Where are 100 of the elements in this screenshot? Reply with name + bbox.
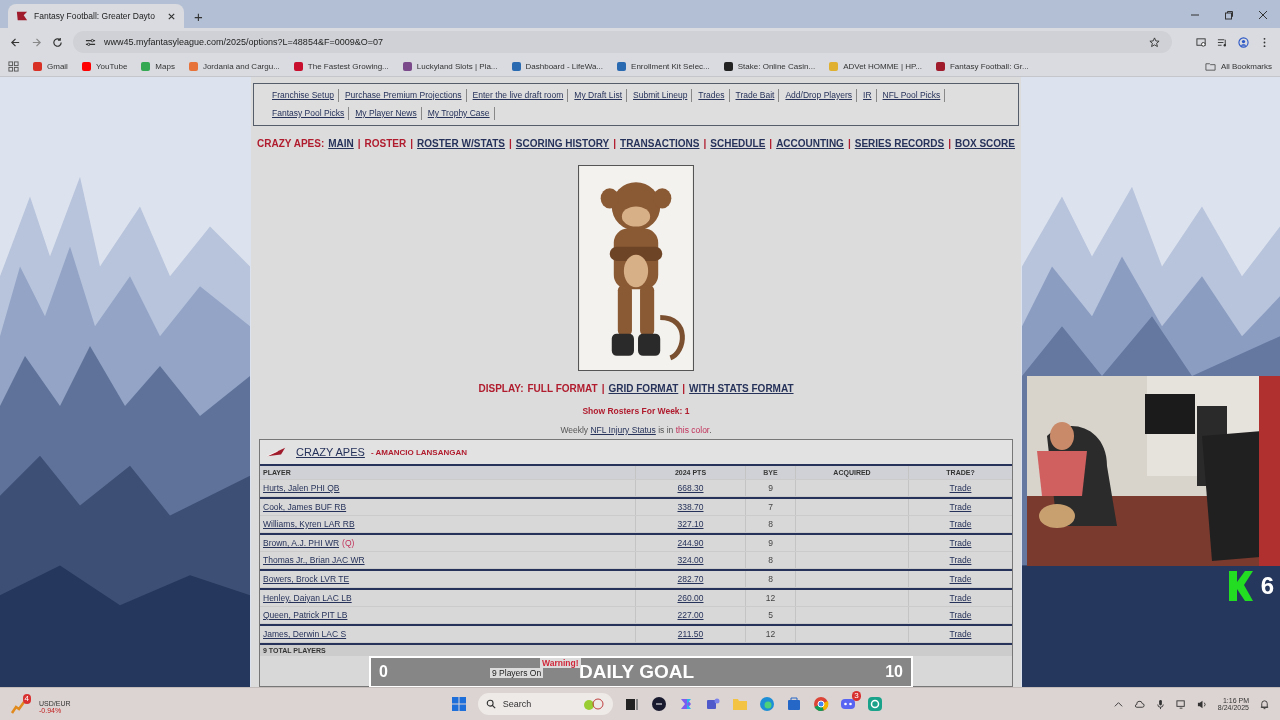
player-link[interactable]: James, Derwin LAC S xyxy=(263,629,347,639)
trade-link[interactable]: Trade xyxy=(949,629,972,639)
trade-link[interactable]: Trade xyxy=(949,538,972,548)
points-link[interactable]: 338.70 xyxy=(677,502,704,512)
menu-link[interactable]: Trade Bait xyxy=(733,89,780,102)
screen-search-icon[interactable] xyxy=(1196,36,1207,48)
trade-link[interactable]: Trade xyxy=(949,502,972,512)
bell-icon[interactable] xyxy=(1259,698,1270,710)
bookmark[interactable]: Jordania and Cargu... xyxy=(188,61,280,71)
points-link[interactable]: 260.00 xyxy=(677,593,704,603)
chrome-icon[interactable] xyxy=(812,696,829,712)
menu-link[interactable]: NFL Pool Picks xyxy=(880,89,946,102)
media-icon[interactable] xyxy=(1217,36,1228,48)
team-link[interactable]: TRANSACTIONS xyxy=(620,138,700,149)
player-link[interactable]: Henley, Daiyan LAC LB xyxy=(263,593,352,603)
points-link[interactable]: 327.10 xyxy=(677,519,704,529)
restore-icon[interactable] xyxy=(1224,10,1234,20)
menu-link[interactable]: My Player News xyxy=(353,107,422,120)
trade-link[interactable]: Trade xyxy=(949,483,972,493)
points-link[interactable]: 211.50 xyxy=(677,629,704,639)
team-link[interactable]: ACCOUNTING xyxy=(776,138,844,149)
goal-max: 10 xyxy=(885,663,903,681)
menu-link[interactable]: Add/Drop Players xyxy=(783,89,858,102)
team-link[interactable]: SCORING HISTORY xyxy=(515,138,610,149)
player-link[interactable]: Queen, Patrick PIT LB xyxy=(263,610,348,620)
team-link[interactable]: ROSTER xyxy=(364,138,407,149)
network-icon[interactable] xyxy=(1175,698,1187,710)
menu-link[interactable]: Fantasy Pool Picks xyxy=(270,107,350,120)
bookmark[interactable]: Fantasy Football: Gr... xyxy=(936,61,1029,71)
back-icon[interactable] xyxy=(10,36,21,48)
warning-text: 9 Players On xyxy=(490,668,544,678)
forward-icon[interactable] xyxy=(31,36,42,48)
team-link[interactable]: ROSTER W/STATS xyxy=(417,138,506,149)
close-icon[interactable] xyxy=(167,11,176,21)
table-cell: 12 xyxy=(746,626,796,642)
player-link[interactable]: Williams, Kyren LAR RB xyxy=(263,519,355,529)
format-link[interactable]: FULL FORMAT xyxy=(527,383,598,394)
menu-link[interactable]: Trades xyxy=(696,89,730,102)
all-bookmarks-button[interactable]: All Bookmarks xyxy=(1204,60,1272,72)
store-icon[interactable] xyxy=(785,696,802,712)
close-icon[interactable] xyxy=(1258,10,1268,20)
bookmark[interactable]: The Fastest Growing... xyxy=(293,61,389,71)
cloud-icon[interactable] xyxy=(1133,698,1145,710)
team-link[interactable]: SERIES RECORDS xyxy=(854,138,945,149)
trade-link[interactable]: Trade xyxy=(949,593,972,603)
team-name-link[interactable]: CRAZY APES xyxy=(296,446,365,458)
menu-link[interactable]: My Draft List xyxy=(572,89,627,102)
points-link[interactable]: 244.90 xyxy=(677,538,704,548)
team-link[interactable]: SCHEDULE xyxy=(710,138,766,149)
bookmark[interactable]: ADVet HOMME | HP... xyxy=(829,61,922,71)
goal-min: 0 xyxy=(379,663,388,681)
menu-link[interactable]: Franchise Setup xyxy=(270,89,339,102)
trade-link[interactable]: Trade xyxy=(949,519,972,529)
discord-icon[interactable] xyxy=(839,696,856,712)
points-link[interactable]: 668.30 xyxy=(677,483,704,493)
reload-icon[interactable] xyxy=(52,36,63,48)
trade-link[interactable]: Trade xyxy=(949,555,972,565)
profile-icon[interactable] xyxy=(1238,36,1249,48)
separator: | xyxy=(601,383,605,394)
address-bar[interactable]: www45.myfantasyleague.com/2025/options?L=48854&F=0009&O=07 xyxy=(73,31,1172,53)
bookmark[interactable]: YouTube xyxy=(81,61,128,71)
menu-link[interactable]: IR xyxy=(861,89,877,102)
bookmark[interactable]: Gmail xyxy=(33,61,68,71)
app-icon[interactable] xyxy=(650,696,667,712)
points-link[interactable]: 324.00 xyxy=(677,555,704,565)
player-link[interactable]: Cook, James BUF RB xyxy=(263,502,347,512)
bookmark[interactable]: Luckyland Slots | Pla... xyxy=(402,61,498,71)
new-tab-button[interactable]: + xyxy=(190,4,207,28)
table-cell: 9 xyxy=(746,535,796,551)
player-link[interactable]: Hurts, Jalen PHI QB xyxy=(263,483,340,493)
trade-link[interactable]: Trade xyxy=(949,574,972,584)
site-settings-icon[interactable] xyxy=(85,36,96,48)
volume-icon[interactable] xyxy=(1196,698,1208,710)
menu-link[interactable]: Purchase Premium Projections xyxy=(342,89,467,102)
task-view-icon[interactable] xyxy=(623,696,640,712)
bookmark[interactable]: Enrollment Kit Selec... xyxy=(617,61,710,71)
team-link[interactable]: MAIN xyxy=(328,138,354,149)
menu-link[interactable]: My Trophy Case xyxy=(425,107,495,120)
bookmark[interactable]: Stake: Online Casin... xyxy=(723,61,816,71)
player-link[interactable]: Brown, A.J. PHI WR xyxy=(263,538,340,548)
apps-icon[interactable] xyxy=(8,60,19,72)
injury-status-link[interactable]: NFL Injury Status xyxy=(590,425,656,435)
trade-link[interactable]: Trade xyxy=(949,610,972,620)
microphone-icon[interactable] xyxy=(1154,698,1166,710)
player-link[interactable]: Thomas Jr., Brian JAC WR xyxy=(263,555,365,565)
teams-icon[interactable] xyxy=(704,696,721,712)
points-link[interactable]: 282.70 xyxy=(677,574,704,584)
format-link[interactable]: GRID FORMAT xyxy=(608,383,679,394)
points-link[interactable]: 227.00 xyxy=(677,610,704,620)
star-icon[interactable] xyxy=(1149,36,1160,48)
bookmark[interactable]: Dashboard - LifeWa... xyxy=(511,61,604,71)
player-link[interactable]: Bowers, Brock LVR TE xyxy=(263,574,350,584)
menu-link[interactable]: Submit Lineup xyxy=(631,89,693,102)
search-field[interactable]: Search xyxy=(477,693,613,715)
browser-tab[interactable]: Fantasy Football: Greater Dayto xyxy=(8,4,184,28)
team-link[interactable]: BOX SCORE xyxy=(955,138,1015,149)
bookmark[interactable]: Maps xyxy=(141,61,175,71)
windows-icon[interactable] xyxy=(450,696,467,712)
format-link[interactable]: WITH STATS FORMAT xyxy=(689,383,794,394)
menu-link[interactable]: Enter the live draft room xyxy=(470,89,569,102)
